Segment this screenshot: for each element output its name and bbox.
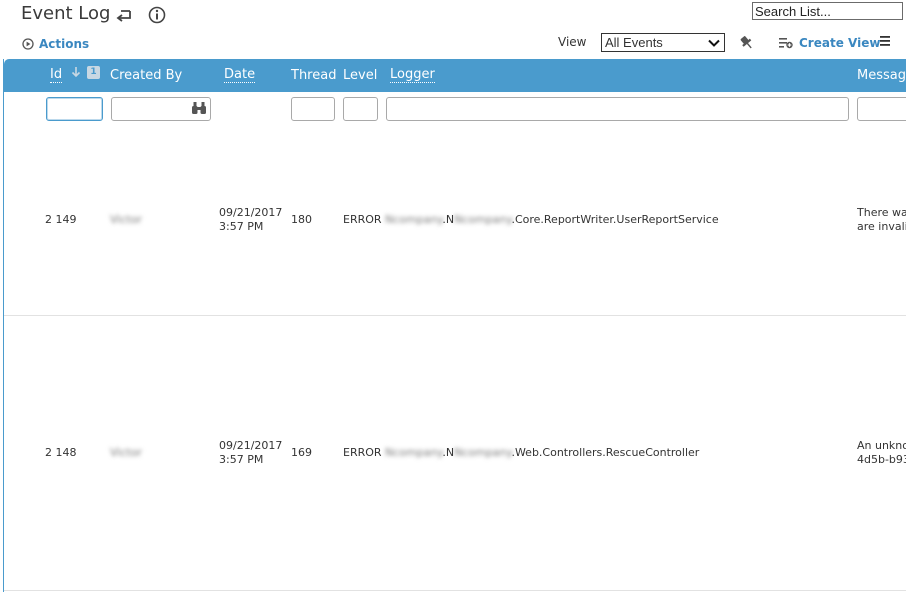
filter-thread-input[interactable] xyxy=(291,97,335,121)
logger-part: .Web.Controllers.RescueController xyxy=(511,446,700,459)
message-line: 4d5b-b93 xyxy=(857,453,906,466)
cell-date: 09/21/2017 xyxy=(219,439,283,452)
redacted-text: Ncompany xyxy=(385,446,443,459)
undo-icon[interactable] xyxy=(115,6,133,24)
cell-level: ERROR xyxy=(343,213,382,226)
binoculars-icon[interactable] xyxy=(191,101,207,115)
message-line: An unkno xyxy=(857,439,906,452)
cell-thread: 169 xyxy=(291,446,312,459)
logger-part: .N xyxy=(442,213,455,226)
column-header-thread[interactable]: Thread xyxy=(291,68,336,83)
message-line: are invali xyxy=(857,220,906,233)
cell-created-by: Victor xyxy=(110,446,142,459)
column-header-created-by[interactable]: Created By xyxy=(110,68,182,83)
cell-level: ERROR xyxy=(343,446,382,459)
page-title: Event Log xyxy=(21,3,111,24)
logger-part: .Core.ReportWriter.UserReportService xyxy=(511,213,719,226)
cell-thread: 180 xyxy=(291,213,312,226)
cell-logger: Ncompany.NNcompany.Web.Controllers.Rescu… xyxy=(385,446,699,460)
cell-created-by: Victor xyxy=(110,213,142,226)
redacted-text: Ncompany xyxy=(454,213,512,226)
filter-message-input[interactable] xyxy=(857,97,906,121)
grid-header: Id 1 Created By Date Thread Level Logger… xyxy=(4,59,906,92)
column-header-logger[interactable]: Logger xyxy=(390,68,435,83)
info-icon[interactable] xyxy=(148,6,166,24)
sort-down-arrow-icon[interactable] xyxy=(71,66,81,78)
logger-part: .N xyxy=(442,446,455,459)
filter-level-input[interactable] xyxy=(343,97,378,121)
sort-order-badge: 1 xyxy=(87,66,100,79)
cell-message: An unkno 4d5b-b93 xyxy=(857,439,906,469)
column-header-date[interactable]: Date xyxy=(224,68,256,83)
create-view-button[interactable]: Create View xyxy=(779,36,880,50)
create-view-icon xyxy=(779,38,793,49)
redacted-text: Ncompany xyxy=(454,446,512,459)
filter-id-input[interactable] xyxy=(46,97,103,121)
cell-id: 2 149 xyxy=(45,213,77,226)
table-row[interactable]: 2 149 Victor 09/21/2017 3:57 PM 180 ERRO… xyxy=(4,122,906,316)
column-header-level[interactable]: Level xyxy=(343,68,377,83)
table-row[interactable]: 2 148 Victor 09/21/2017 3:57 PM 169 ERRO… xyxy=(4,316,906,591)
cell-date: 09/21/2017 xyxy=(219,206,283,219)
menu-icon[interactable] xyxy=(879,35,891,47)
play-circle-icon xyxy=(22,38,34,50)
column-header-message[interactable]: Message xyxy=(857,68,906,83)
cell-time: 3:57 PM xyxy=(219,220,264,233)
cell-message: There wa are invali xyxy=(857,206,906,236)
message-line: There wa xyxy=(857,206,906,219)
create-view-label: Create View xyxy=(799,36,881,50)
actions-label: Actions xyxy=(39,37,90,51)
search-input[interactable] xyxy=(752,2,903,20)
view-select-value: All Events xyxy=(605,35,663,50)
cell-id: 2 148 xyxy=(45,446,77,459)
cell-time: 3:57 PM xyxy=(219,453,264,466)
cell-logger: Ncompany.NNcompany.Core.ReportWriter.Use… xyxy=(385,213,719,227)
chevron-down-icon xyxy=(708,39,720,47)
view-select[interactable]: All Events xyxy=(601,33,725,52)
redacted-text: Ncompany xyxy=(385,213,443,226)
view-label: View xyxy=(558,35,587,49)
pin-icon[interactable] xyxy=(738,34,756,52)
event-grid: Id 1 Created By Date Thread Level Logger… xyxy=(3,59,906,592)
column-header-id[interactable]: Id xyxy=(50,68,63,83)
actions-button[interactable]: Actions xyxy=(22,37,89,51)
filter-logger-input[interactable] xyxy=(386,97,849,121)
